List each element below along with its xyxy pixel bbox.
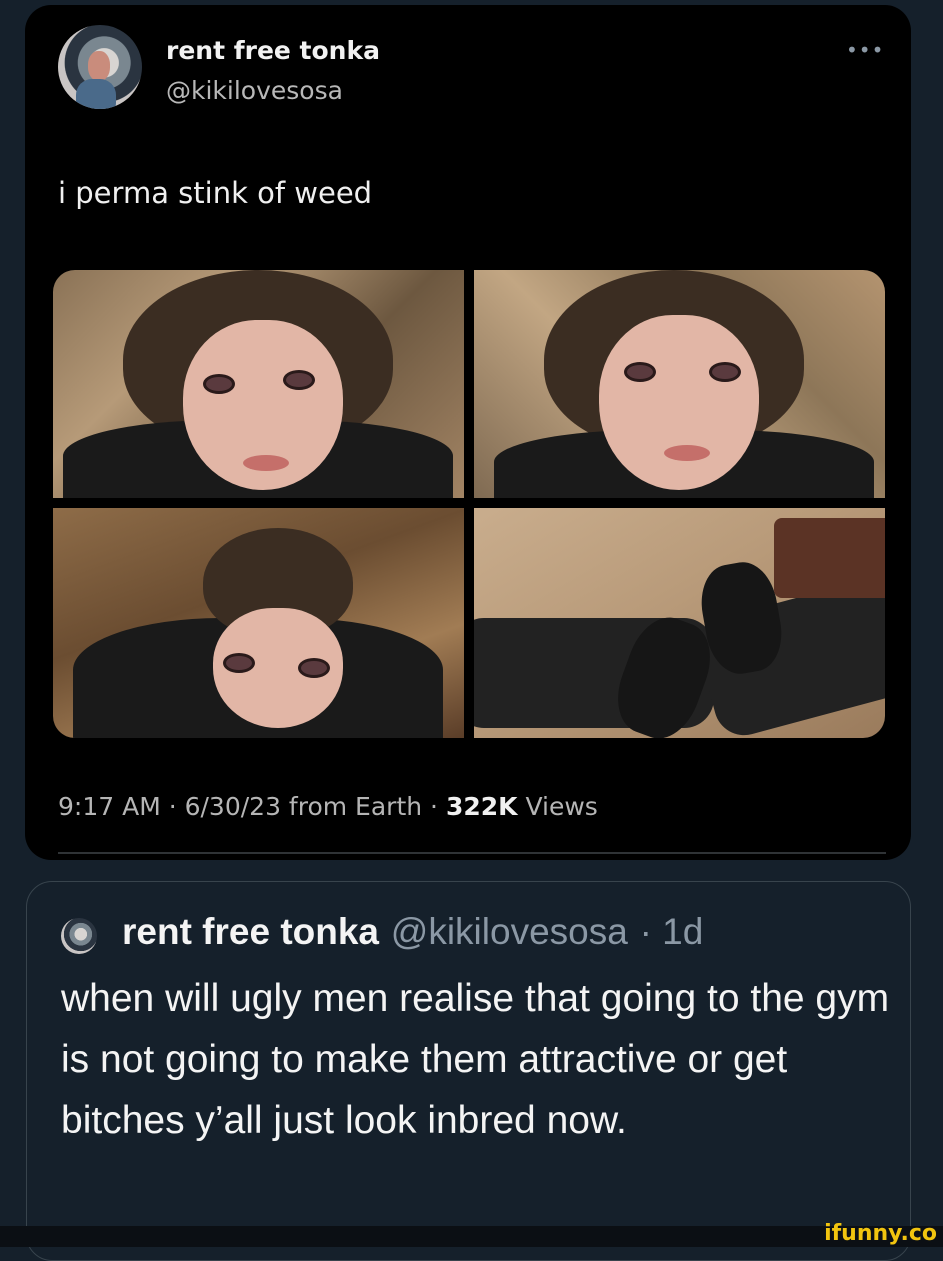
photo-selfie-3[interactable] xyxy=(53,508,464,738)
eye-shape xyxy=(283,370,315,390)
eye-shape xyxy=(709,362,741,382)
quoted-timestamp[interactable]: · 1d xyxy=(640,911,704,952)
media-grid xyxy=(53,270,885,738)
avatar-body xyxy=(76,79,116,109)
quoted-avatar[interactable] xyxy=(61,918,97,954)
face-shape xyxy=(599,315,759,490)
views-count[interactable]: 322K xyxy=(446,792,518,821)
profile-avatar[interactable] xyxy=(58,25,142,109)
quoted-display-name[interactable]: rent free tonka xyxy=(122,911,379,952)
photo-selfie-1[interactable] xyxy=(53,270,464,498)
eye-shape xyxy=(298,658,330,678)
more-options-icon[interactable]: ••• xyxy=(846,38,884,62)
tweet-timestamp-source: 9:17 AM · 6/30/23 from Earth · xyxy=(58,792,446,821)
eye-shape xyxy=(203,374,235,394)
display-name[interactable]: rent free tonka xyxy=(166,36,380,65)
photo-selfie-2[interactable] xyxy=(474,270,885,498)
eye-shape xyxy=(223,653,255,673)
divider xyxy=(58,852,886,854)
quoted-handle[interactable]: @kikilovesosa xyxy=(391,911,628,952)
user-handle[interactable]: @kikilovesosa xyxy=(166,76,343,105)
lips-shape xyxy=(243,455,289,471)
photo-shoes[interactable] xyxy=(474,508,885,738)
lips-shape xyxy=(664,445,710,461)
quoted-tweet-text: when will ugly men realise that going to… xyxy=(61,977,890,1142)
eye-shape xyxy=(624,362,656,382)
chair-shape xyxy=(774,518,885,598)
tweet-text: i perma stink of weed xyxy=(58,176,373,210)
quoted-header: rent free tonka @kikilovesosa · 1d xyxy=(122,910,703,953)
views-label: Views xyxy=(517,792,598,821)
ifunny-watermark: ifunny.co xyxy=(824,1221,937,1246)
tweet-meta: 9:17 AM · 6/30/23 from Earth · 322K View… xyxy=(58,792,598,821)
avatar-face xyxy=(88,51,110,81)
bottom-bar xyxy=(0,1226,943,1247)
